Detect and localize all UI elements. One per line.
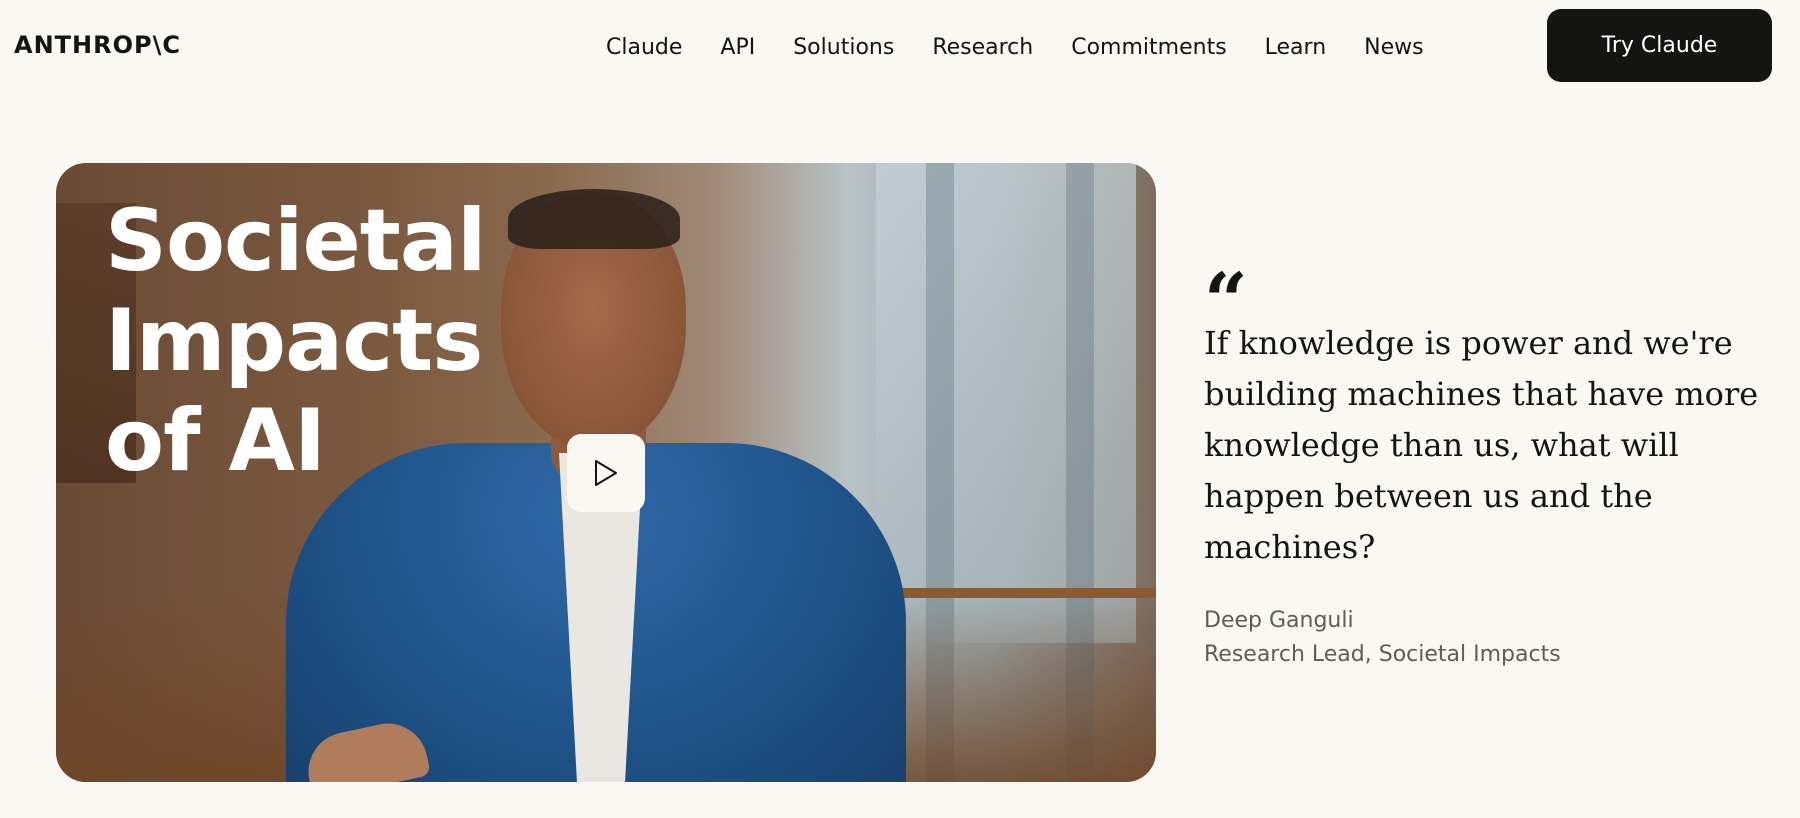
- nav-item-learn[interactable]: Learn: [1265, 35, 1327, 60]
- nav-item-claude[interactable]: Claude: [606, 35, 682, 60]
- author-role: Research Lead, Societal Impacts: [1204, 642, 1561, 667]
- try-claude-button[interactable]: Try Claude: [1547, 9, 1772, 82]
- nav-item-news[interactable]: News: [1364, 35, 1423, 60]
- quote-author: Deep Ganguli Research Lead, Societal Imp…: [1204, 604, 1744, 672]
- site-header: ANTHROP\C Claude API Solutions Research …: [0, 0, 1800, 92]
- video-window: [876, 163, 1136, 643]
- video-title-line: Impacts: [105, 291, 483, 391]
- nav-item-commitments[interactable]: Commitments: [1071, 35, 1226, 60]
- nav-item-api[interactable]: API: [720, 35, 755, 60]
- anthropic-logo[interactable]: ANTHROP\C: [14, 31, 181, 59]
- video-title: Societal Impacts of AI: [105, 191, 585, 491]
- author-name: Deep Ganguli: [1204, 608, 1354, 633]
- main-nav: Claude API Solutions Research Commitment…: [606, 30, 1424, 64]
- nav-item-research[interactable]: Research: [932, 35, 1033, 60]
- play-icon: [595, 460, 617, 486]
- nav-item-solutions[interactable]: Solutions: [793, 35, 894, 60]
- play-button[interactable]: [567, 434, 645, 512]
- video-card[interactable]: Societal Impacts of AI: [56, 163, 1156, 782]
- video-title-line: of AI: [105, 391, 326, 491]
- quote-text: If knowledge is power and we're building…: [1204, 324, 1759, 566]
- video-title-line: Societal: [105, 191, 486, 291]
